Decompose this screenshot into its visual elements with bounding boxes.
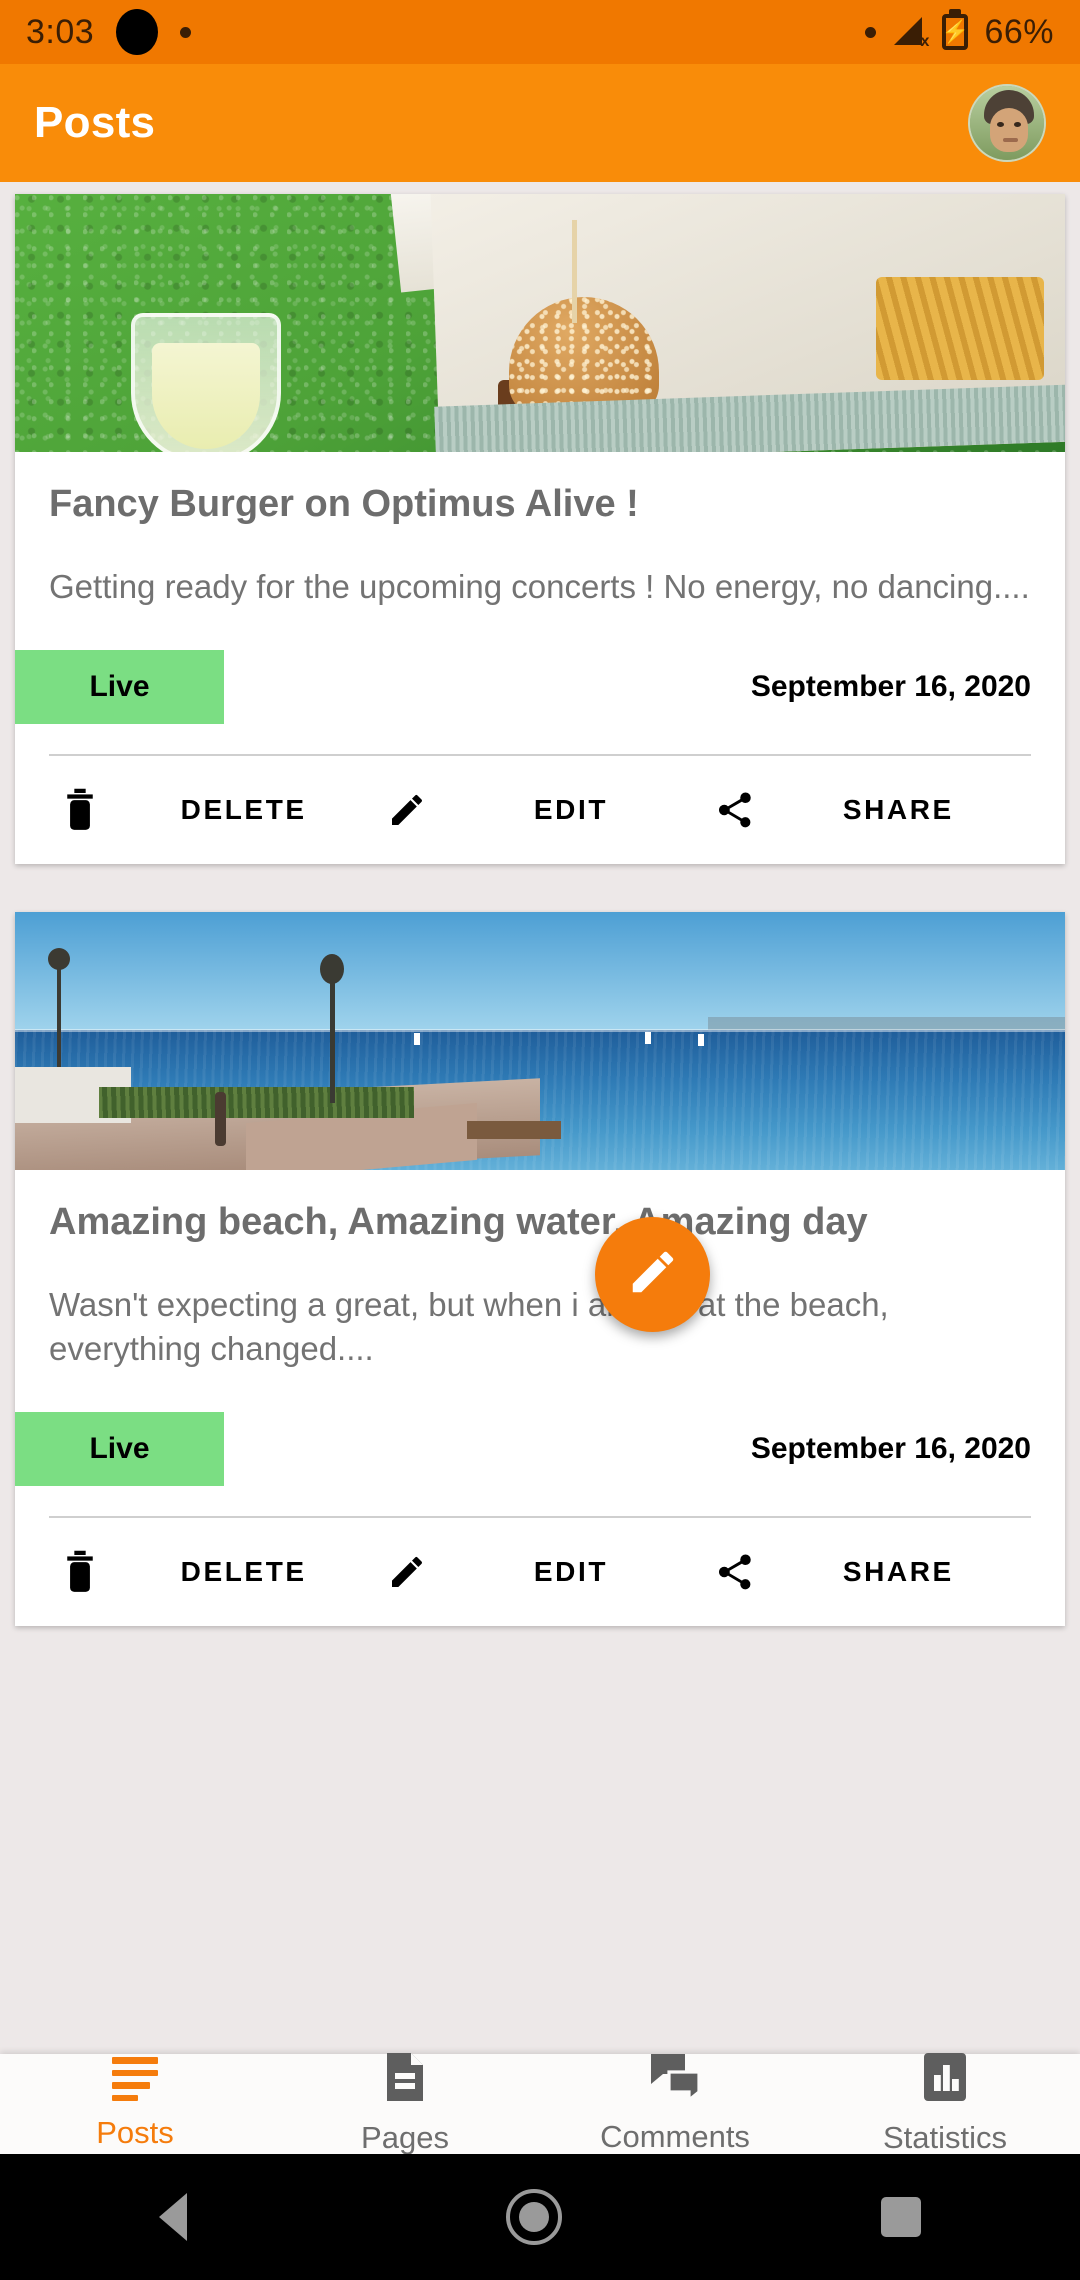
nav-item-statistics[interactable]: Statistics <box>810 2052 1080 2156</box>
post-card[interactable]: Fancy Burger on Optimus Alive ! Getting … <box>15 194 1065 864</box>
back-triangle-icon[interactable] <box>159 2193 188 2241</box>
pencil-icon <box>376 790 438 830</box>
battery-percent-label: 66% <box>984 12 1054 51</box>
edit-label: EDIT <box>533 793 609 825</box>
bar-chart-icon <box>924 2052 966 2106</box>
nav-label-posts: Posts <box>96 2115 174 2150</box>
create-post-fab[interactable] <box>595 1217 710 1332</box>
pencil-icon <box>626 1245 680 1304</box>
post-status-row: Live September 16, 2020 <box>15 1412 1031 1487</box>
post-body: Fancy Burger on Optimus Alive ! Getting … <box>15 452 1065 864</box>
share-button[interactable]: SHARE <box>704 789 1031 831</box>
trash-icon <box>49 788 111 832</box>
post-title: Amazing beach, Amazing water, Amazing da… <box>49 1200 868 1243</box>
delete-label: DELETE <box>180 793 307 825</box>
share-label: SHARE <box>842 793 954 825</box>
camera-cutout-icon <box>116 9 159 55</box>
document-icon <box>383 2052 427 2106</box>
nav-item-comments[interactable]: Comments <box>540 2053 810 2155</box>
status-badge: Live <box>15 649 224 724</box>
pencil-icon <box>376 1552 438 1592</box>
post-image-beach <box>15 911 1065 1170</box>
app-bar: Posts <box>0 64 1080 182</box>
page-title: Posts <box>34 98 156 147</box>
trash-icon <box>49 1550 111 1594</box>
battery-charging-icon: ⚡ <box>942 14 969 50</box>
avatar[interactable] <box>968 84 1046 162</box>
delete-label: DELETE <box>180 1556 307 1588</box>
status-dot-icon <box>865 26 877 38</box>
signal-no-service-icon: x <box>892 15 929 50</box>
status-bar: 3:03 x ⚡ 66% <box>0 0 1080 64</box>
post-status-row: Live September 16, 2020 <box>15 649 1031 724</box>
share-icon <box>704 1551 766 1593</box>
status-bar-clock: 3:03 <box>26 12 95 51</box>
share-icon <box>704 789 766 831</box>
nav-label-comments: Comments <box>600 2118 750 2154</box>
edit-button[interactable]: EDIT <box>376 1552 703 1592</box>
post-actions: DELETE EDIT SHARE <box>49 1518 1031 1626</box>
recents-square-icon[interactable] <box>880 2197 921 2237</box>
nav-label-statistics: Statistics <box>882 2119 1008 2155</box>
post-title: Fancy Burger on Optimus Alive ! <box>49 483 639 525</box>
post-actions: DELETE EDIT SHARE <box>49 756 1031 864</box>
nav-label-pages: Pages <box>361 2119 449 2155</box>
android-navigation-bar <box>0 2154 1080 2280</box>
notification-dot-icon <box>180 26 192 38</box>
nav-item-pages[interactable]: Pages <box>270 2052 540 2156</box>
post-date: September 16, 2020 <box>750 669 1031 703</box>
post-excerpt: Wasn't expecting a great, but when i arr… <box>49 1285 889 1368</box>
post-image-burger <box>15 194 1065 452</box>
edit-button[interactable]: EDIT <box>376 790 703 830</box>
edit-label: EDIT <box>533 1556 609 1588</box>
home-circle-icon[interactable] <box>505 2189 562 2245</box>
post-date: September 16, 2020 <box>750 1432 1031 1466</box>
status-bar-right: x ⚡ 66% <box>865 13 1054 52</box>
post-card[interactable]: Amazing beach, Amazing water, Amazing da… <box>15 911 1065 1627</box>
delete-button[interactable]: DELETE <box>49 788 376 832</box>
posts-lines-icon <box>112 2057 158 2101</box>
post-body: Amazing beach, Amazing water, Amazing da… <box>15 1170 1065 1627</box>
status-bar-left: 3:03 <box>26 9 192 55</box>
share-button[interactable]: SHARE <box>704 1551 1031 1593</box>
delete-button[interactable]: DELETE <box>49 1550 376 1594</box>
share-label: SHARE <box>842 1556 954 1588</box>
nav-item-posts[interactable]: Posts <box>0 2057 270 2151</box>
post-excerpt: Getting ready for the upcoming concerts … <box>49 567 1030 605</box>
posts-list[interactable]: Fancy Burger on Optimus Alive ! Getting … <box>0 182 1080 2054</box>
status-badge: Live <box>15 1412 224 1487</box>
comments-icon <box>651 2053 701 2105</box>
bottom-navigation: Posts Pages Comments Statistics <box>0 2052 1080 2156</box>
